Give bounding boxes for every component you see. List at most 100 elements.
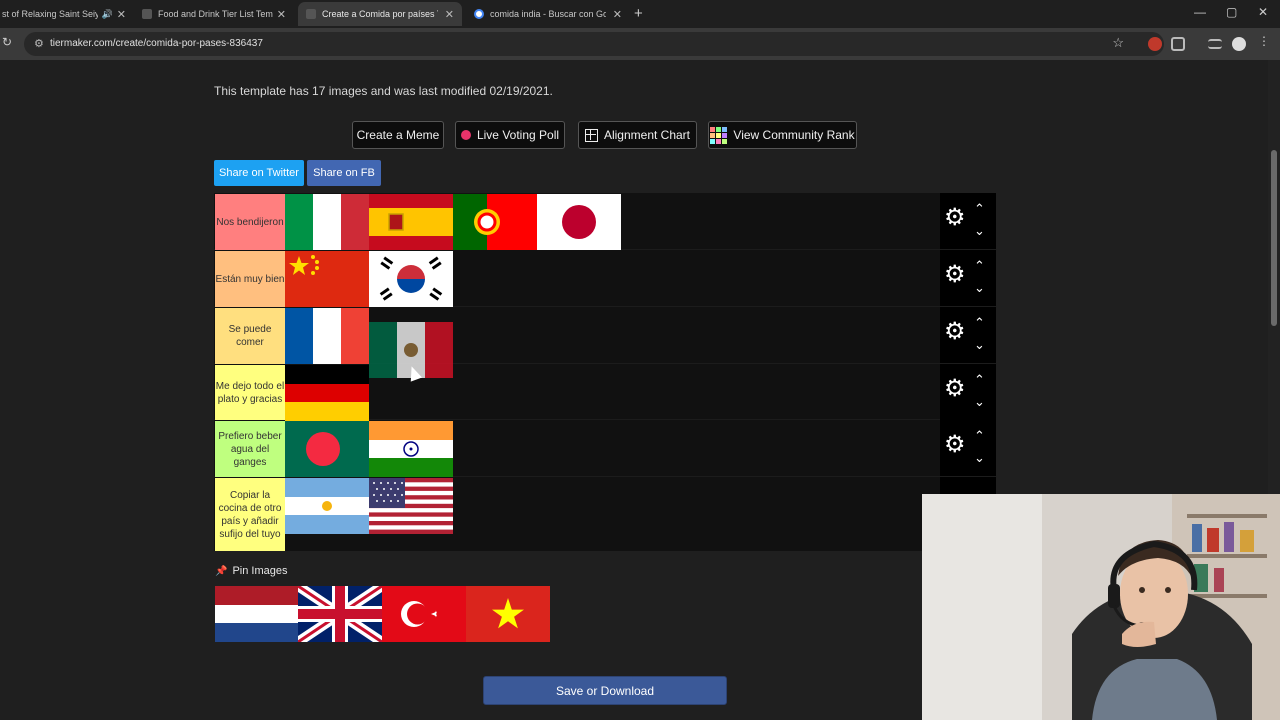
tier-label[interactable]: Nos bendijeron [215,194,285,250]
window-close-button[interactable]: ✕ [1258,5,1268,19]
chevron-down-icon[interactable]: ⌄ [974,394,985,410]
bookmark-star-icon[interactable]: ☆ [1112,35,1124,51]
chevron-up-icon[interactable]: ⌃ [974,201,985,217]
chevron-down-icon[interactable]: ⌄ [974,450,985,466]
tier-label[interactable]: Me dejo todo el plato y gracias [215,365,285,420]
browser-toolbar: ↻ ⚙ tiermaker.com/create/comida-por-pase… [0,28,1280,60]
browser-tab-2[interactable]: Food and Drink Tier List Templ ✕ [134,2,294,26]
extensions-icon[interactable] [1171,37,1185,51]
webcam-video-image [922,494,1280,720]
create-meme-label: Create a Meme [356,128,440,142]
community-rank-label: View Community Rank [733,128,855,142]
close-icon[interactable]: ✕ [273,8,286,21]
chevron-down-icon[interactable]: ⌄ [974,280,985,296]
flag-argentina[interactable] [285,478,369,534]
new-tab-button[interactable]: + [634,5,643,22]
save-or-download-button[interactable]: Save or Download [483,676,727,705]
profile-avatar-icon[interactable] [1232,37,1246,51]
reload-icon[interactable]: ↻ [2,35,12,49]
flag-france[interactable] [285,308,369,364]
tab-title: Create a Comida por países Tier [322,9,438,19]
tier-controls: ⚙ ⌃ ⌄ [940,420,996,476]
share-twitter-label: Share on Twitter [219,167,299,179]
tier-row: Nos bendijeron ⚙ ⌃ ⌄ [214,193,996,250]
address-bar[interactable]: ⚙ tiermaker.com/create/comida-por-pases-… [24,32,1164,56]
webcam-overlay [922,494,1280,720]
tab-title: comida india - Buscar con Goo [490,9,606,19]
restore-button[interactable]: ▢ [1226,5,1237,19]
grid-icon [584,128,598,142]
flag-china[interactable] [285,251,369,307]
live-voting-label: Live Voting Poll [476,128,560,142]
flag-usa[interactable] [369,478,453,534]
reading-list-icon[interactable] [1208,39,1222,49]
tier-label[interactable]: Están muy bien [215,251,285,307]
tier-row: Están muy bien ⚙ ⌃ ⌄ [214,250,996,307]
google-icon [474,9,484,19]
pin-images-toggle[interactable]: 📌 Pin Images [215,565,287,577]
browser-tab-3-active[interactable]: Create a Comida por países Tier ✕ [298,2,462,26]
tab-favicon-icon [142,9,152,19]
minimize-button[interactable]: — [1194,5,1206,19]
tab-favicon-icon [306,9,316,19]
tier-controls: ⚙ ⌃ ⌄ [940,307,996,363]
flag-portugal[interactable] [453,194,537,250]
alignment-chart-button[interactable]: Alignment Chart [578,121,697,149]
browser-tab-bar: st of Relaxing Saint Seiya 🔊 ✕ Food and … [0,0,1280,28]
scrollbar-thumb[interactable] [1271,150,1277,326]
chevron-down-icon[interactable]: ⌄ [974,337,985,353]
tab-title: Food and Drink Tier List Templ [158,9,273,19]
share-fb-button[interactable]: Share on FB [307,160,381,186]
share-twitter-button[interactable]: Share on Twitter [214,160,304,186]
gear-icon[interactable]: ⚙ [944,433,966,457]
tier-grid-icon [710,126,728,144]
extension-badge-icon[interactable] [1148,37,1162,51]
flag-germany[interactable] [285,365,369,421]
gear-icon[interactable]: ⚙ [944,320,966,344]
close-icon[interactable]: ✕ [441,8,454,21]
gear-icon[interactable]: ⚙ [944,377,966,401]
chevron-down-icon[interactable]: ⌄ [974,223,985,239]
flag-bangladesh[interactable] [285,421,369,477]
live-voting-poll-button[interactable]: Live Voting Poll [455,121,565,149]
tier-row: Copiar la cocina de otro país y añadir s… [214,477,996,551]
tier-controls: ⚙ ⌃ ⌄ [940,250,996,306]
gear-icon[interactable]: ⚙ [944,206,966,230]
flag-india[interactable] [369,421,453,477]
flag-vietnam[interactable] [466,586,550,642]
menu-kebab-icon[interactable]: ⋮ [1258,34,1270,48]
flag-netherlands[interactable] [215,586,299,642]
flag-spain[interactable] [369,194,453,250]
tab-title: st of Relaxing Saint Seiya [2,9,98,19]
close-icon[interactable]: ✕ [113,8,126,21]
chevron-up-icon[interactable]: ⌃ [974,315,985,331]
browser-tab-4[interactable]: comida india - Buscar con Goo ✕ [466,2,630,26]
pin-images-label: Pin Images [232,565,288,577]
tier-row: Se puede comer ⚙ ⌃ ⌄ [214,307,996,364]
tier-label[interactable]: Prefiero beber agua del ganges [215,421,285,477]
speaker-icon[interactable]: 🔊 [102,9,113,20]
save-or-download-label: Save or Download [555,683,655,698]
template-info-text: This template has 17 images and was last… [214,84,553,98]
tier-label[interactable]: Se puede comer [215,308,285,364]
flag-uk[interactable] [298,586,382,642]
gear-icon[interactable]: ⚙ [944,263,966,287]
view-community-rank-button[interactable]: View Community Rank [708,121,857,149]
flag-italy[interactable] [285,194,369,250]
flag-south-korea[interactable] [369,251,453,307]
chevron-up-icon[interactable]: ⌃ [974,258,985,274]
tier-row: Prefiero beber agua del ganges ⚙ ⌃ ⌄ [214,420,996,477]
tier-row: Me dejo todo el plato y gracias ⚙ ⌃ ⌄ [214,364,996,421]
close-icon[interactable]: ✕ [609,8,622,21]
flag-japan[interactable] [537,194,621,250]
alignment-label: Alignment Chart [603,128,691,142]
site-info-icon[interactable]: ⚙ [34,37,44,50]
chevron-up-icon[interactable]: ⌃ [974,372,985,388]
create-meme-button[interactable]: Create a Meme [352,121,444,149]
tier-controls: ⚙ ⌃ ⌄ [940,193,996,249]
flag-turkey[interactable] [382,586,466,642]
browser-tab-1[interactable]: st of Relaxing Saint Seiya 🔊 ✕ [0,2,134,26]
url-text[interactable]: tiermaker.com/create/comida-por-pases-83… [50,38,263,49]
chevron-up-icon[interactable]: ⌃ [974,428,985,444]
tier-label[interactable]: Copiar la cocina de otro país y añadir s… [215,478,285,551]
